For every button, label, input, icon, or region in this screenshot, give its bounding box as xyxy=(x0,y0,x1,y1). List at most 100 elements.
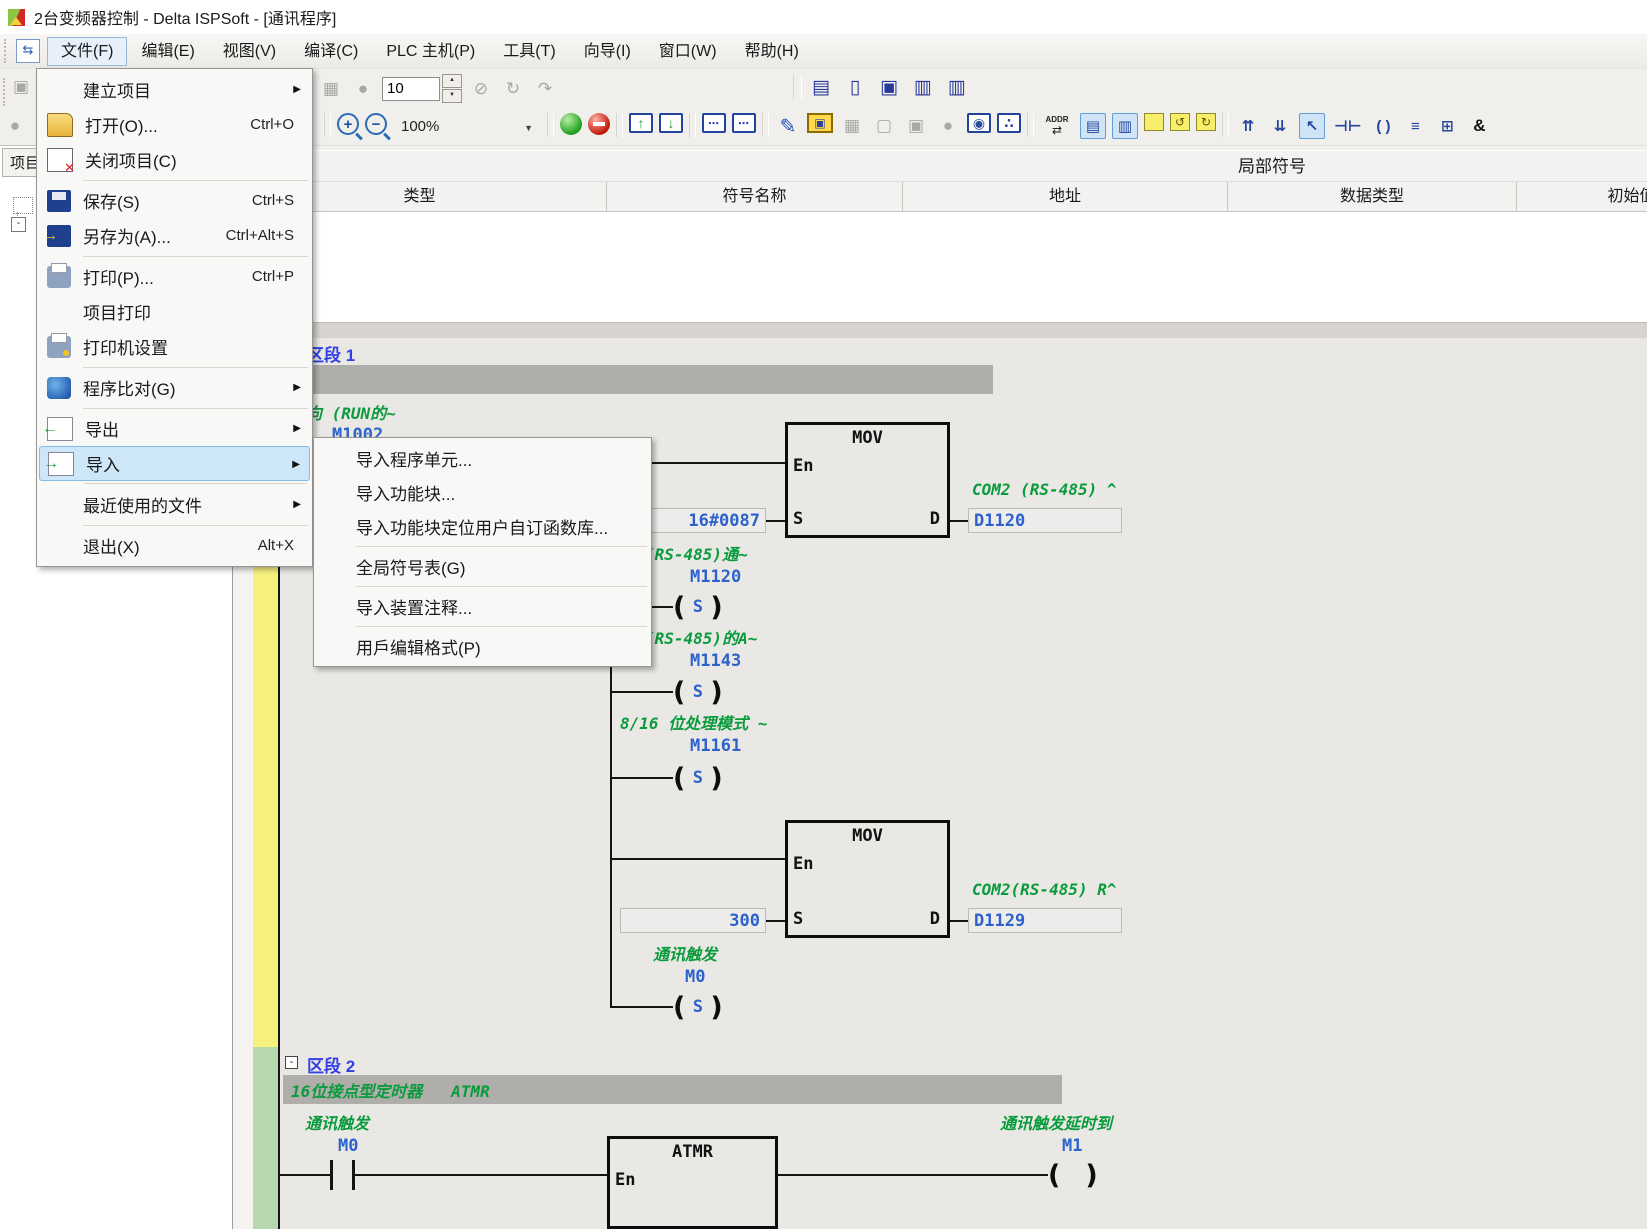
symbol-table-body[interactable] xyxy=(233,212,1647,322)
coil-device-label[interactable]: M1 xyxy=(1062,1136,1082,1156)
submenu-item-import-function-block[interactable]: 导入功能块... xyxy=(314,475,651,509)
menu-file[interactable]: 文件(F) xyxy=(47,37,127,66)
set-coil[interactable]: S xyxy=(673,677,723,707)
menu-item-export[interactable]: 导出 xyxy=(39,411,310,446)
toolbar-drag-handle[interactable] xyxy=(4,39,11,63)
tree-collapse-icon[interactable] xyxy=(11,217,26,232)
section1-label[interactable]: 区段 1 xyxy=(307,341,355,366)
online-edit-icon[interactable]: ▣ xyxy=(807,113,833,133)
symbol-column-header[interactable]: 符号名称 xyxy=(607,182,903,212)
mov1-dest-operand[interactable]: D1120 xyxy=(968,508,1122,533)
network-globe-icon[interactable]: ● xyxy=(350,76,376,102)
steps-input[interactable] xyxy=(382,77,440,101)
mov2-dest-operand[interactable]: D1129 xyxy=(968,908,1122,933)
symbol-column-header[interactable]: 数据类型 xyxy=(1228,182,1517,212)
select-tool-icon[interactable]: ↖ xyxy=(1299,113,1325,139)
menu-item-printer-setup[interactable]: 打印机设置 xyxy=(39,329,310,364)
compile-ball-icon[interactable]: ● xyxy=(2,113,28,139)
child-window-icon[interactable] xyxy=(16,39,40,63)
coil-device-label[interactable]: M1161 xyxy=(690,736,741,756)
bookmark-next-icon[interactable]: ↻ xyxy=(1196,113,1216,131)
refresh-icon[interactable]: ↻ xyxy=(500,76,526,102)
retain-monitor-icon[interactable]: ◉ xyxy=(967,113,991,133)
simulator-pen-icon[interactable]: ✎ xyxy=(775,113,801,139)
project-tree-node[interactable] xyxy=(13,197,33,214)
download-to-plc-icon[interactable]: ↓ xyxy=(659,113,683,133)
bulb-icon[interactable]: ● xyxy=(935,113,961,139)
menu-item-project-print[interactable]: 项目打印 xyxy=(39,294,310,329)
output-coil[interactable] xyxy=(1048,1160,1098,1190)
upload-from-plc-icon[interactable]: ↑ xyxy=(629,113,653,133)
coil-device-label[interactable]: M1143 xyxy=(690,651,741,671)
contact-bar[interactable] xyxy=(330,1160,333,1190)
submenu-item-global-symbol-table[interactable]: 全局符号表(G) xyxy=(314,549,651,583)
spinner-down-icon[interactable] xyxy=(442,89,462,103)
menu-item-import[interactable]: 导入 xyxy=(39,446,310,481)
network-station-icon[interactable]: ∴ xyxy=(997,113,1021,133)
menu-edit[interactable]: 编辑(E) xyxy=(127,37,208,66)
menu-help[interactable]: 帮助(H) xyxy=(731,37,813,66)
section2-label[interactable]: 区段 2 xyxy=(307,1052,355,1077)
run-online-icon[interactable] xyxy=(560,113,582,135)
zoom-level-combo[interactable]: 100% xyxy=(393,113,541,139)
instruction-tool-icon[interactable]: ≡ xyxy=(1402,113,1428,139)
network2-comment-bar[interactable]: 16位接点型定时器 ATMR xyxy=(283,1075,1062,1104)
network1-comment-bar[interactable] xyxy=(283,365,993,394)
device-monitor-table-icon[interactable]: ▤ xyxy=(808,74,834,100)
set-coil[interactable]: S xyxy=(673,592,723,622)
network-up-icon[interactable]: ⇈ xyxy=(1235,113,1261,139)
submenu-item-import-device-comment[interactable]: 导入装置注释... xyxy=(314,589,651,623)
submenu-item-import-fb-user-library[interactable]: 导入功能块定位用户自订函数库... xyxy=(314,509,651,543)
symbol-column-header[interactable]: 初始值 xyxy=(1517,182,1647,212)
symbol-table-window-icon[interactable]: ▤ xyxy=(1080,113,1106,139)
atmr-block[interactable]: ATMR En xyxy=(607,1136,778,1229)
project-settings-icon[interactable]: ▦ xyxy=(318,76,344,102)
device-histogram-icon[interactable]: ▥ xyxy=(910,74,936,100)
set-coil[interactable]: S xyxy=(673,992,723,1022)
menu-item-recent-files[interactable]: 最近使用的文件 xyxy=(39,487,310,522)
menu-item-new-project[interactable]: 建立项目 xyxy=(39,72,310,107)
monitor-sync-icon[interactable]: ▣ xyxy=(903,113,929,139)
section2-collapse-icon[interactable] xyxy=(285,1056,298,1069)
position-indicator-icon[interactable]: ▯ xyxy=(842,74,868,100)
device-monitor-icon[interactable]: ⋯ xyxy=(732,113,756,133)
menu-view[interactable]: 视图(V) xyxy=(209,37,290,66)
network-down-icon[interactable]: ⇊ xyxy=(1267,113,1293,139)
zoom-in-icon[interactable]: + xyxy=(337,113,359,135)
menu-item-open[interactable]: 打开(O)... Ctrl+O xyxy=(39,107,310,142)
menu-tools[interactable]: 工具(T) xyxy=(489,37,569,66)
transfer-icon[interactable]: ↷ xyxy=(532,76,558,102)
coil-device-label[interactable]: M0 xyxy=(685,967,705,987)
comment-display-icon[interactable]: ▥ xyxy=(1112,113,1138,139)
coil-device-label[interactable]: M1120 xyxy=(690,567,741,587)
monitor-view-icon[interactable]: ▢ xyxy=(871,113,897,139)
zoom-out-icon[interactable]: − xyxy=(365,113,387,135)
stop-compile-icon[interactable]: ⊘ xyxy=(468,76,494,102)
coil-tool-icon[interactable]: ( ) xyxy=(1370,113,1396,139)
menu-item-save[interactable]: 保存(S) Ctrl+S xyxy=(39,183,310,218)
grid-view-icon[interactable]: ▦ xyxy=(839,113,865,139)
menu-window[interactable]: 窗口(W) xyxy=(645,37,731,66)
contact-device-label[interactable]: M0 xyxy=(338,1136,358,1156)
function-block-tool-icon[interactable]: ⊞ xyxy=(1434,113,1460,139)
stop-online-icon[interactable] xyxy=(588,113,610,135)
spinner-up-icon[interactable] xyxy=(442,74,462,88)
mov-block-1[interactable]: MOV En S D xyxy=(785,422,950,538)
bookmark-add-icon[interactable] xyxy=(1144,113,1164,131)
menu-compile[interactable]: 编译(C) xyxy=(290,37,372,66)
ampersand-tool-icon[interactable]: & xyxy=(1466,113,1492,139)
device-histogram-filter-icon[interactable]: ▥ xyxy=(944,74,970,100)
submenu-item-import-program-unit[interactable]: 导入程序单元... xyxy=(314,441,651,475)
bookmark-prev-icon[interactable]: ↺ xyxy=(1170,113,1190,131)
address-mode-icon[interactable]: ADDR⇄ xyxy=(1040,113,1074,139)
menu-item-save-as[interactable]: 另存为(A)... Ctrl+Alt+S xyxy=(39,218,310,253)
menu-item-close-project[interactable]: 关闭项目(C) xyxy=(39,142,310,177)
mov2-source-operand[interactable]: 300 xyxy=(620,908,766,933)
menu-plc[interactable]: PLC 主机(P) xyxy=(372,37,489,66)
display-snapshot-icon[interactable]: ▣ xyxy=(876,74,902,100)
menu-item-exit[interactable]: 退出(X) Alt+X xyxy=(39,528,310,563)
online-monitor-icon[interactable]: ⋯ xyxy=(702,113,726,133)
symbol-column-header[interactable]: 地址 xyxy=(903,182,1228,212)
menu-wizard[interactable]: 向导(I) xyxy=(570,37,645,66)
contact-tool-icon[interactable]: ⊣⊢ xyxy=(1331,113,1364,139)
